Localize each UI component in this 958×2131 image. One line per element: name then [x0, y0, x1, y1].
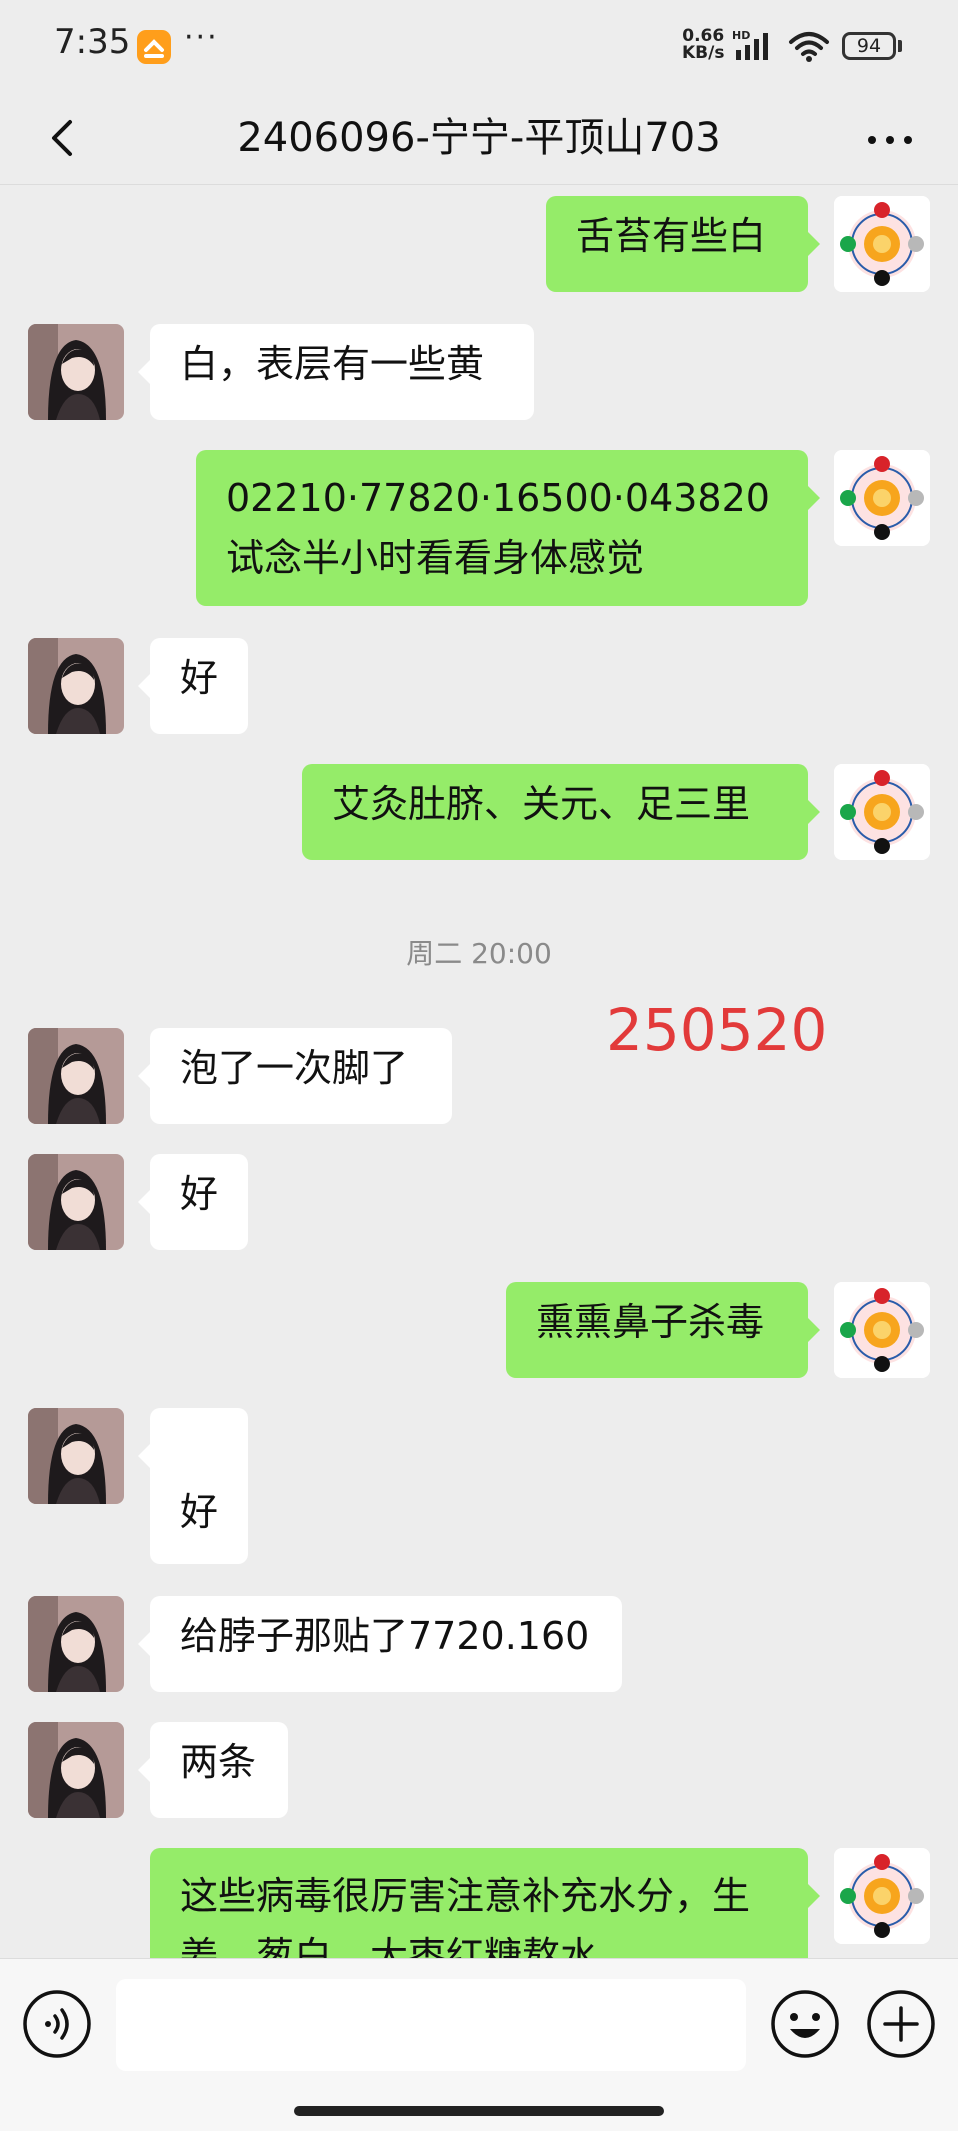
- own-avatar-image: [834, 1282, 930, 1378]
- own-avatar-image: [834, 1848, 930, 1944]
- contact-avatar[interactable]: [28, 1596, 124, 1692]
- own-avatar[interactable]: [834, 196, 930, 292]
- message-text: 熏熏鼻子杀毒: [536, 1300, 765, 1344]
- chat-title: 2406096-宁宁-平顶山703: [237, 115, 721, 161]
- own-avatar-image: [834, 764, 930, 860]
- own-avatar[interactable]: [834, 1848, 930, 1944]
- message-bubble-incoming[interactable]: 给脖子那贴了7720.160: [138, 1596, 622, 1692]
- message-timestamp: 周二 20:00: [406, 937, 552, 970]
- message-bubble-outgoing[interactable]: 舌苔有些白: [546, 196, 820, 292]
- message-text: 好: [180, 1172, 219, 1216]
- message-bubble-outgoing[interactable]: 这些病毒很厉害注意补充水分，生 姜、葱白、大枣红糖熬水: [150, 1848, 820, 1958]
- contact-avatar-image: [28, 324, 124, 420]
- message-list[interactable]: 舌苔有些白 白，表层有一些黄 02210·77820·16500·043820 …: [0, 184, 958, 1958]
- contact-avatar-image: [28, 1596, 124, 1692]
- contact-avatar[interactable]: [28, 1408, 124, 1504]
- own-avatar[interactable]: [834, 450, 930, 546]
- message-bubble-incoming[interactable]: 白，表层有一些黄: [138, 324, 534, 420]
- message-text: 好: [180, 1490, 219, 1534]
- message-text: 舌苔有些白: [576, 214, 767, 258]
- contact-avatar[interactable]: [28, 1028, 124, 1124]
- hd-label: HD: [732, 29, 750, 42]
- network-speed: 0.66 KB/s: [682, 28, 724, 62]
- message-input[interactable]: [116, 1979, 746, 2071]
- contact-avatar-image: [28, 1028, 124, 1124]
- contact-avatar[interactable]: [28, 324, 124, 420]
- voice-input-icon[interactable]: [22, 1989, 92, 2059]
- more-options-icon[interactable]: [862, 112, 918, 168]
- status-bar: 7:35 ··· 0.66 KB/s HD 94: [0, 0, 958, 92]
- own-avatar-image: [834, 196, 930, 292]
- handwritten-annotation: 250520: [606, 996, 828, 1064]
- message-text-line: 这些病毒很厉害注意补充水分，生: [180, 1874, 751, 1918]
- contact-avatar[interactable]: [28, 1154, 124, 1250]
- message-bubble-outgoing[interactable]: 艾灸肚脐、关元、足三里: [302, 764, 820, 860]
- message-text-line: 02210·77820·16500·043820: [226, 476, 770, 520]
- network-speed-unit: KB/s: [682, 43, 725, 63]
- app-notification-icon: [137, 30, 171, 64]
- message-text: 白，表层有一些黄: [180, 342, 485, 386]
- home-indicator[interactable]: [294, 2106, 664, 2116]
- status-more-indicator: ···: [184, 20, 219, 55]
- chat-header: 2406096-宁宁-平顶山703: [0, 92, 958, 185]
- own-avatar[interactable]: [834, 764, 930, 860]
- contact-avatar[interactable]: [28, 638, 124, 734]
- emoji-icon[interactable]: [770, 1989, 840, 2059]
- message-text: 泡了一次脚了: [180, 1046, 409, 1090]
- own-avatar[interactable]: [834, 1282, 930, 1378]
- contact-avatar[interactable]: [28, 1722, 124, 1818]
- message-bubble-outgoing[interactable]: 02210·77820·16500·043820 试念半小时看看身体感觉: [196, 450, 820, 606]
- wifi-icon: [787, 30, 831, 68]
- message-text: 给脖子那贴了7720.160: [180, 1614, 590, 1658]
- message-text: 两条: [180, 1740, 257, 1784]
- message-bubble-incoming[interactable]: 好: [138, 638, 248, 734]
- back-icon[interactable]: [36, 110, 92, 166]
- cellular-signal-icon: HD: [732, 28, 782, 66]
- battery-indicator: 94: [842, 32, 896, 60]
- plus-icon[interactable]: [866, 1989, 936, 2059]
- battery-tip: [898, 40, 902, 52]
- contact-avatar-image: [28, 638, 124, 734]
- message-text: 好: [180, 656, 219, 700]
- contact-avatar-image: [28, 1154, 124, 1250]
- message-text-line: 姜、葱白、大枣红糖熬水: [180, 1934, 599, 1958]
- own-avatar-image: [834, 450, 930, 546]
- message-bubble-incoming[interactable]: 泡了一次脚了: [138, 1028, 452, 1124]
- message-bubble-incoming[interactable]: 好: [138, 1154, 248, 1250]
- contact-avatar-image: [28, 1408, 124, 1504]
- message-text: 艾灸肚脐、关元、足三里: [332, 782, 751, 826]
- contact-avatar-image: [28, 1722, 124, 1818]
- message-bubble-outgoing[interactable]: 熏熏鼻子杀毒: [506, 1282, 820, 1378]
- message-text-line: 试念半小时看看身体感觉: [226, 536, 645, 580]
- message-bubble-incoming[interactable]: 两条: [138, 1722, 288, 1818]
- message-bubble-incoming[interactable]: 好: [138, 1408, 248, 1564]
- status-time: 7:35: [54, 22, 131, 62]
